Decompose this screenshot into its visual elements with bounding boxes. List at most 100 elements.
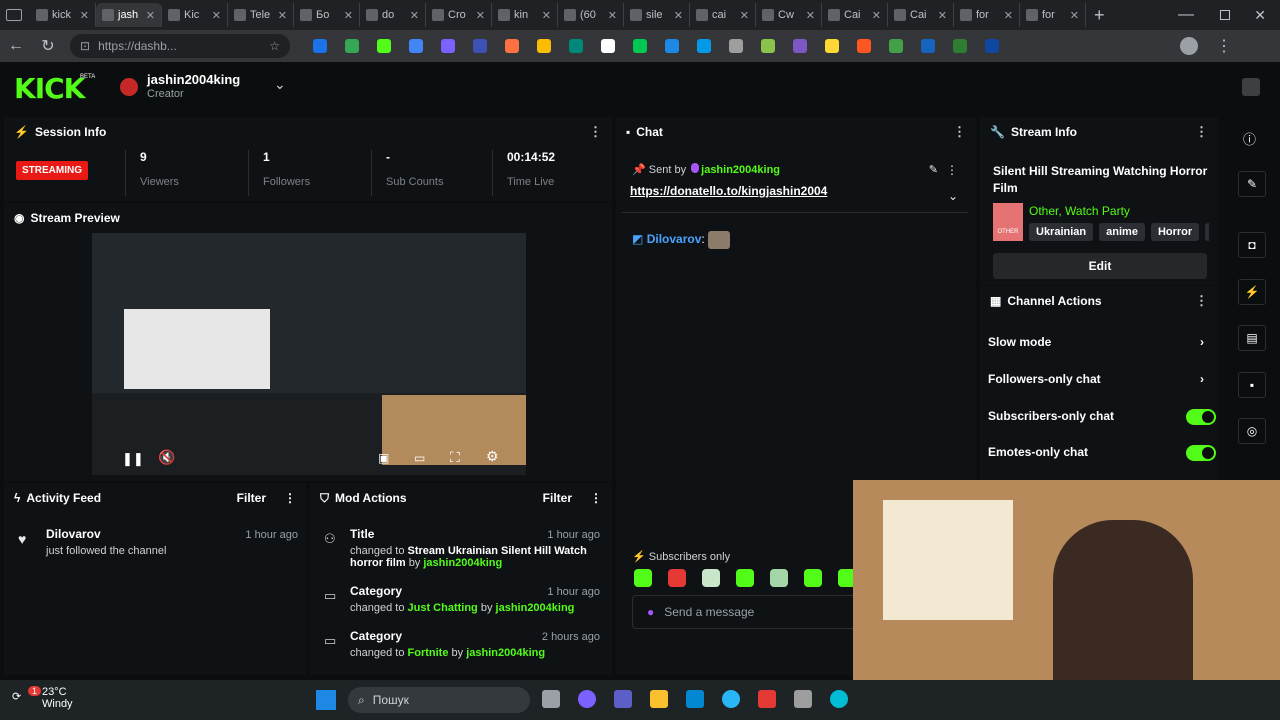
broadcast-icon[interactable]: ◎ [1238,418,1266,444]
extension-icon[interactable] [825,39,839,53]
store-icon[interactable] [686,690,704,708]
close-window-button[interactable]: ✕ [1254,7,1266,24]
tab-close-icon[interactable]: ✕ [542,9,551,22]
chat-input[interactable]: ● Send a message [632,595,862,629]
emote-button[interactable] [702,569,720,587]
extension-icon[interactable] [409,39,423,53]
browser-tab[interactable]: Kic ✕ [162,3,228,27]
copilot-icon[interactable] [578,690,596,708]
kebab-icon[interactable]: ⋮ [284,491,296,505]
kebab-icon[interactable]: ⋮ [946,163,958,177]
chat-user[interactable]: Dilovarov [647,232,702,246]
followers-only-row[interactable]: Followers-only chat › [988,372,1214,386]
extension-icon[interactable] [569,39,583,53]
extension-icon[interactable] [377,39,391,53]
browser-tab[interactable]: Cai ✕ [888,3,954,27]
filter-button[interactable]: Filter [237,491,266,505]
tab-close-icon[interactable]: ✕ [278,9,287,22]
browser-tab[interactable]: Tele ✕ [228,3,294,27]
chevron-down-icon[interactable]: ⌄ [948,189,958,203]
edit-button[interactable]: Edit [993,253,1207,279]
tag[interactable]: anime [1099,223,1145,241]
site-info-icon[interactable]: ⊡ [80,39,90,53]
kebab-icon[interactable]: ⋮ [953,124,966,140]
user-menu-icon[interactable] [1242,78,1260,96]
tab-close-icon[interactable]: ✕ [1070,9,1079,22]
tab-close-icon[interactable]: ✕ [872,9,881,22]
kick-logo[interactable]: KICK [14,72,85,105]
tab-close-icon[interactable]: ✕ [476,9,485,22]
extension-icon[interactable] [889,39,903,53]
kebab-icon[interactable]: ⋮ [590,491,602,505]
pinned-user[interactable]: jashin2004king [701,164,780,176]
edge-icon[interactable] [722,690,740,708]
browser-tab[interactable]: jash ✕ [96,3,162,27]
extension-icon[interactable] [505,39,519,53]
url-field[interactable]: ⊡ https://dashb... ☆ [70,34,290,58]
chevron-right-icon[interactable]: › [1200,335,1204,349]
browser-tab[interactable]: Cro ✕ [426,3,492,27]
browser-tab[interactable]: kick ✕ [30,3,96,27]
tab-close-icon[interactable]: ✕ [1004,9,1013,22]
kebab-icon[interactable]: ⋮ [589,124,602,140]
pip-icon[interactable]: ▣ [378,451,389,465]
extension-icon[interactable] [985,39,999,53]
maximize-button[interactable] [1220,10,1230,20]
weather-widget[interactable]: 1 ⟳ 23°C Windy [10,686,73,710]
tag[interactable]: Horror [1150,223,1200,241]
browser-icon[interactable] [830,690,848,708]
pause-icon[interactable]: ❚❚ [122,451,144,467]
extension-icon[interactable] [313,39,327,53]
extension-icon[interactable] [921,39,935,53]
extension-icon[interactable] [633,39,647,53]
new-tab-button[interactable]: + [1094,5,1105,26]
kebab-icon[interactable]: ⋮ [1195,293,1208,309]
star-icon[interactable]: ☆ [269,39,280,53]
filter-button[interactable]: Filter [543,491,572,505]
browser-tab[interactable]: for ✕ [954,3,1020,27]
unpin-icon[interactable]: ✎ [929,163,938,176]
extension-icon[interactable] [665,39,679,53]
chevron-right-icon[interactable]: › [1200,372,1204,386]
extension-icon[interactable] [729,39,743,53]
tab-close-icon[interactable]: ✕ [938,9,947,22]
chevron-down-icon[interactable]: ⌄ [274,76,286,93]
mod-user[interactable]: jashin2004king [496,602,575,614]
menu-icon[interactable]: ⋮ [1216,36,1232,56]
category-name[interactable]: Other, Watch Party [1029,204,1130,218]
extension-icon[interactable] [953,39,967,53]
fullscreen-icon[interactable]: ⛶ [450,449,460,466]
tab-close-icon[interactable]: ✕ [212,9,221,22]
tab-close-icon[interactable]: ✕ [410,9,419,22]
stream-video[interactable]: ❚❚ 🔇 ▣ ▭ ⛶ ⚙ [92,233,526,475]
emote-button[interactable] [634,569,652,587]
edit-icon[interactable]: ✎ [1238,171,1266,197]
pinned-link[interactable]: https://donatello.to/kingjashin2004 [630,184,827,198]
emote-button[interactable] [736,569,754,587]
mod-user[interactable]: jashin2004king [423,557,502,569]
info-icon[interactable]: ⓘ [1243,129,1256,148]
tab-close-icon[interactable]: ✕ [608,9,617,22]
bolt-icon[interactable]: ⚡ [1238,279,1266,305]
extension-icon[interactable] [441,39,455,53]
notes-icon[interactable]: ▤ [1238,325,1266,351]
extension-icon[interactable] [537,39,551,53]
mute-icon[interactable]: 🔇 [158,449,175,466]
emotes-only-toggle[interactable] [1186,445,1216,461]
minimize-button[interactable]: — [1178,6,1194,24]
tag[interactable]: Ukrainian [1029,223,1094,241]
tab-close-icon[interactable]: ✕ [740,9,749,22]
browser-tab[interactable]: Cai ✕ [822,3,888,27]
subscribers-only-toggle[interactable] [1186,409,1216,425]
start-button[interactable] [316,690,336,710]
browser-tab[interactable]: cai ✕ [690,3,756,27]
task-view-icon[interactable] [542,690,560,708]
tab-close-icon[interactable]: ✕ [674,9,683,22]
back-icon[interactable]: ← [0,37,32,55]
theater-icon[interactable]: ▭ [414,451,425,465]
browser-tab[interactable]: kin ✕ [492,3,558,27]
slow-mode-row[interactable]: Slow mode › [988,335,1214,349]
browser-tab[interactable]: do ✕ [360,3,426,27]
emote-button[interactable] [804,569,822,587]
kebab-icon[interactable]: ⋮ [1195,124,1208,140]
